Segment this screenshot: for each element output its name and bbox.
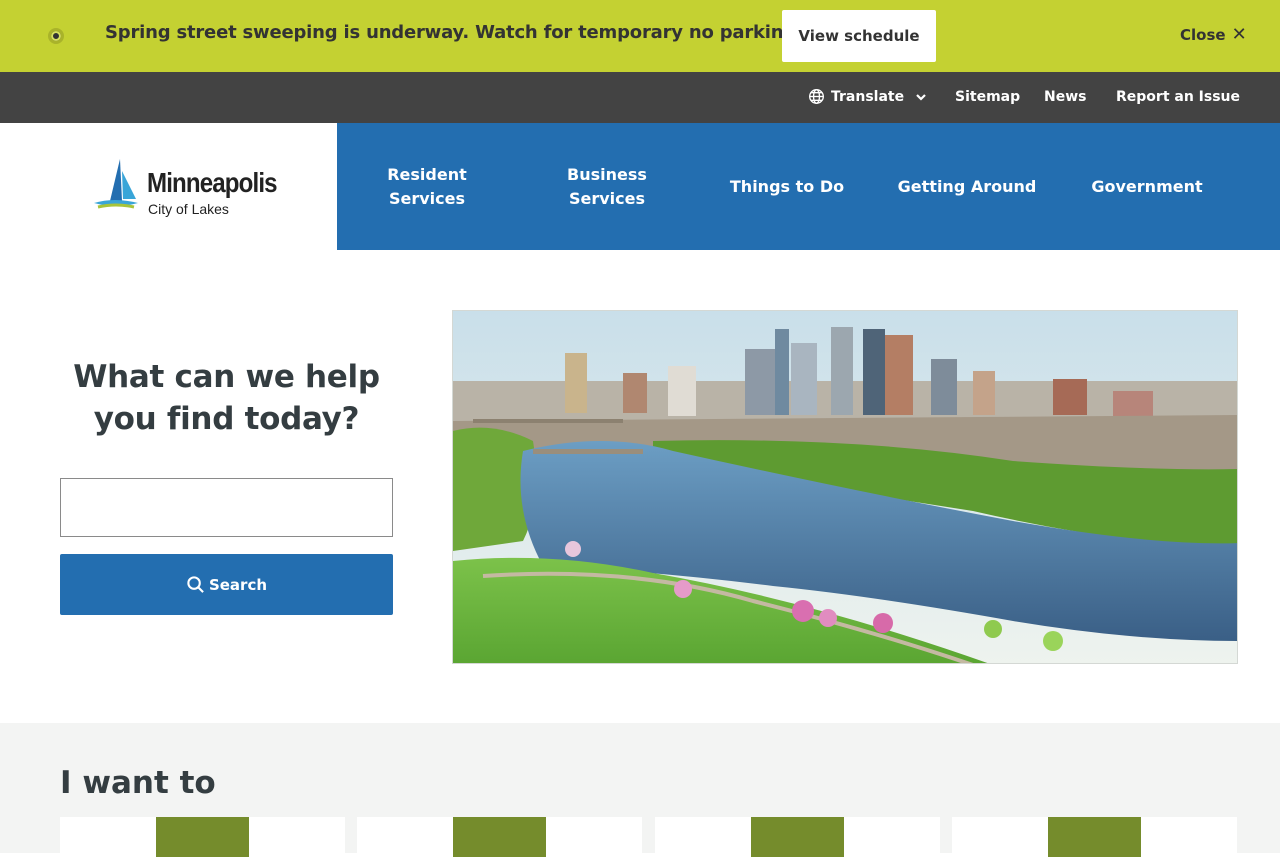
search-input[interactable]: [60, 478, 393, 537]
report-issue-link[interactable]: Report an Issue: [1116, 89, 1240, 105]
nav-label-line1: Business: [567, 164, 647, 184]
close-icon: ✕: [1231, 24, 1247, 45]
nav-label: Getting Around: [897, 176, 1037, 196]
sitemap-link[interactable]: Sitemap: [955, 89, 1020, 105]
card-icon-tile: [751, 817, 844, 857]
news-link[interactable]: News: [1044, 89, 1086, 105]
alert-banner: Spring street sweeping is underway. Watc…: [0, 0, 1280, 72]
site-header: Minneapolis City of Lakes Resident Servic…: [0, 123, 1280, 250]
logo-subtitle: City of Lakes: [148, 201, 229, 217]
card-icon-tile: [1048, 817, 1141, 857]
nav-label-line1: Resident: [387, 164, 467, 184]
search-button[interactable]: Search: [60, 554, 393, 615]
city-logo[interactable]: Minneapolis City of Lakes: [92, 157, 292, 221]
close-label: Close: [1180, 26, 1226, 44]
search-button-label: Search: [208, 575, 268, 594]
nav-government[interactable]: Government: [1057, 123, 1237, 250]
search-icon: [187, 576, 204, 593]
i-want-to-heading: I want to: [60, 765, 216, 801]
utility-bar: Translate Sitemap News Report an Issue: [0, 72, 1280, 123]
nav-label: Things to Do: [729, 176, 845, 196]
close-alert-button[interactable]: Close ✕: [1180, 24, 1247, 45]
nav-label: Government: [1091, 176, 1203, 196]
card-icon-tile: [453, 817, 546, 857]
nav-getting-around[interactable]: Getting Around: [877, 123, 1057, 250]
nav-resident-services[interactable]: Resident Services: [337, 123, 517, 250]
hero-heading-line2: you find today?: [93, 401, 360, 437]
i-want-to-card[interactable]: [655, 817, 940, 857]
globe-icon: [809, 89, 824, 104]
hero-heading: What can we help you find today?: [60, 356, 393, 440]
nav-business-services[interactable]: Business Services: [517, 123, 697, 250]
alert-indicator-icon: [48, 28, 64, 44]
nav-label-line2: Services: [568, 188, 646, 208]
city-skyline-photo: [452, 310, 1238, 664]
i-want-to-card[interactable]: [357, 817, 642, 857]
chevron-down-icon: [916, 93, 926, 101]
nav-label-line2: Services: [388, 188, 466, 208]
view-schedule-button[interactable]: View schedule: [782, 10, 936, 62]
translate-label: Translate: [831, 88, 905, 105]
i-want-to-section: I want to: [0, 723, 1280, 857]
sailboat-logo-icon: [94, 159, 138, 209]
translate-dropdown[interactable]: Translate: [808, 88, 928, 105]
nav-things-to-do[interactable]: Things to Do: [697, 123, 877, 250]
card-icon-tile: [156, 817, 249, 857]
i-want-to-card[interactable]: [60, 817, 345, 857]
alert-message: Spring street sweeping is underway. Watc…: [105, 22, 862, 43]
i-want-to-card[interactable]: [952, 817, 1237, 857]
logo-title: Minneapolis: [147, 167, 278, 198]
hero-heading-line1: What can we help: [73, 359, 380, 395]
main-nav: Resident Services Business Services Things…: [337, 123, 1280, 250]
